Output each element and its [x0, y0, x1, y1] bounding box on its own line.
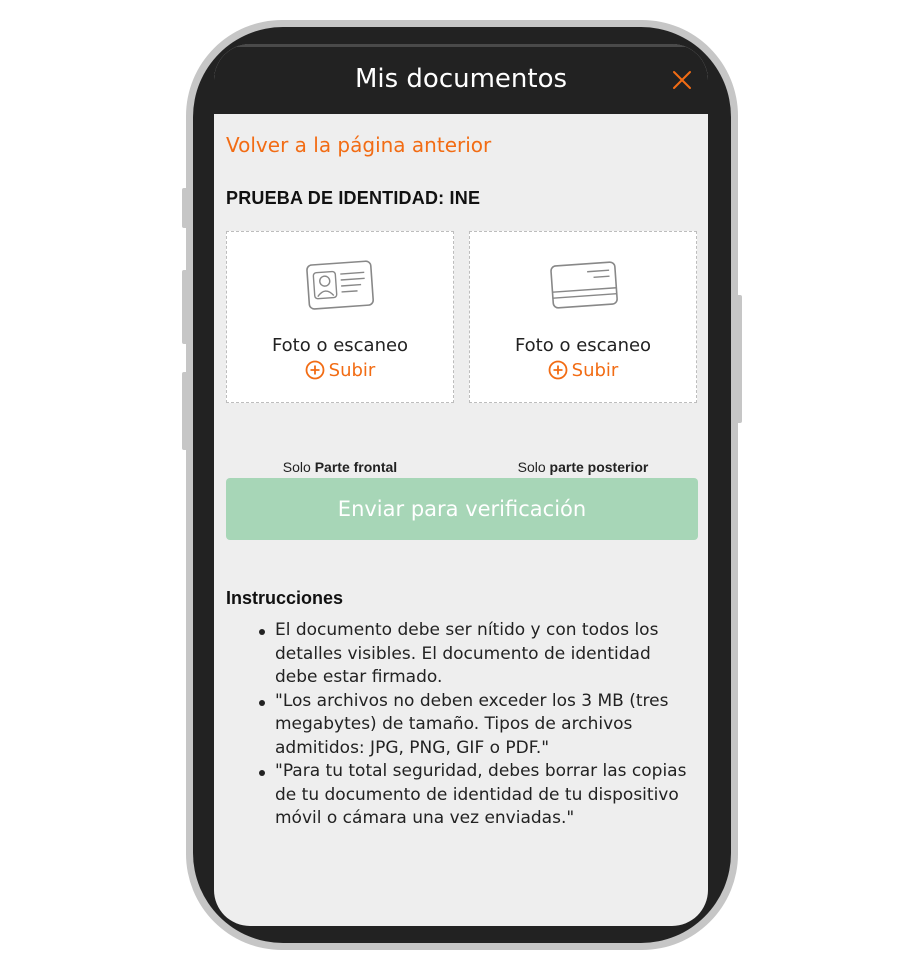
caption-back: Solo parte posterior	[469, 459, 697, 475]
instructions-list: El documento debe ser nítido y con todos…	[259, 619, 695, 831]
upload-label: Subir	[571, 360, 619, 381]
upload-label: Subir	[328, 360, 376, 381]
card-label: Foto o escaneo	[514, 335, 652, 356]
id-card-front-icon	[306, 260, 374, 310]
document-upload-content: Volver a la página anterior PRUEBA DE ID…	[214, 114, 708, 926]
upload-card-back[interactable]: Foto o escaneo Subir	[469, 231, 697, 403]
list-item: "Para tu total seguridad, debes borrar l…	[259, 760, 695, 831]
caption-prefix: Solo	[517, 459, 546, 475]
plus-circle-icon	[305, 360, 325, 380]
close-button[interactable]	[670, 68, 694, 92]
caption-bold: Parte frontal	[314, 459, 398, 475]
caption-bold: parte posterior	[549, 459, 649, 475]
instructions-title: Instrucciones	[226, 588, 344, 608]
section-title: PRUEBA DE IDENTIDAD: INE	[226, 188, 481, 208]
back-link[interactable]: Volver a la página anterior	[226, 133, 491, 157]
list-item: "Los archivos no deben exceder los 3 MB …	[259, 690, 695, 761]
plus-circle-icon	[548, 360, 568, 380]
caption-front: Solo Parte frontal	[226, 459, 454, 475]
phone-frame: Mis documentos Volver a la página anteri…	[186, 20, 738, 950]
close-icon	[673, 71, 691, 89]
submit-verification-button[interactable]: Enviar para verificación	[226, 478, 698, 540]
upload-card-front[interactable]: Foto o escaneo Subir	[226, 231, 454, 403]
page-title: Mis documentos	[354, 64, 568, 94]
upload-button-back[interactable]: Subir	[470, 360, 696, 381]
modal-header: Mis documentos	[214, 44, 708, 114]
upload-button-front[interactable]: Subir	[227, 360, 453, 381]
phone-screen: Mis documentos Volver a la página anteri…	[214, 44, 708, 926]
card-label: Foto o escaneo	[271, 335, 409, 356]
caption-prefix: Solo	[282, 459, 311, 475]
id-card-back-icon	[550, 261, 618, 309]
list-item: El documento debe ser nítido y con todos…	[259, 619, 695, 690]
